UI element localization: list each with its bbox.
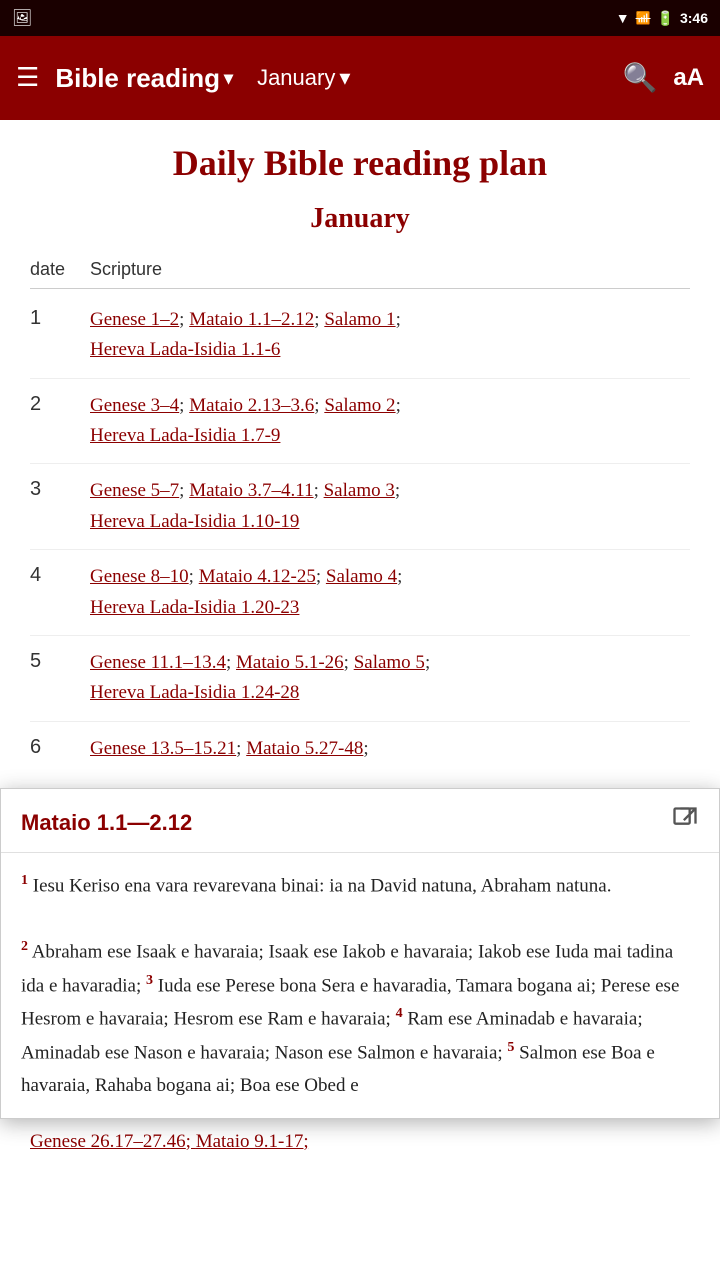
reading-scriptures: Genese 11.1–13.4; Mataio 5.1-26; Salamo … xyxy=(90,648,690,709)
external-link-icon[interactable] xyxy=(671,805,699,840)
popup-body[interactable]: 1 Iesu Keriso ena vara revarevana binai:… xyxy=(1,853,719,1118)
scripture-link[interactable]: Genese 3–4 xyxy=(90,395,179,416)
scripture-link[interactable]: Salamo 2 xyxy=(324,395,395,416)
scripture-column-header: Scripture xyxy=(90,259,690,280)
title-dropdown-arrow: ▾ xyxy=(224,68,233,89)
reading-scriptures: Genese 8–10; Mataio 4.12-25; Salamo 4; H… xyxy=(90,562,690,623)
search-icon[interactable]: 🔍 xyxy=(622,61,657,95)
scripture-link[interactable]: Mataio 1.1–2.12 xyxy=(189,309,314,330)
wifi-icon: ▼ xyxy=(616,10,630,26)
reading-row: 4 Genese 8–10; Mataio 4.12-25; Salamo 4;… xyxy=(30,550,690,636)
popup-header: Mataio 1.1—2.12 xyxy=(1,789,719,853)
verse-number: 1 xyxy=(21,873,28,888)
bible-reading-dropdown[interactable]: Bible reading ▾ xyxy=(55,63,233,94)
month-dropdown-arrow: ▾ xyxy=(339,65,350,91)
reading-day: 6 xyxy=(30,734,90,759)
bottom-partial-row: Genese 26.17–27.46; Mataio 9.1-17; xyxy=(0,1119,720,1165)
scripture-link[interactable]: Genese 5–7 xyxy=(90,480,179,501)
reading-row: 2 Genese 3–4; Mataio 2.13–3.6; Salamo 2;… xyxy=(30,379,690,465)
scripture-link[interactable]: Salamo 5 xyxy=(354,652,425,673)
scripture-link[interactable]: Salamo 4 xyxy=(326,566,397,587)
scripture-link[interactable]: Hereva Lada-Isidia 1.1-6 xyxy=(90,339,280,360)
scripture-link[interactable]: Salamo 1 xyxy=(324,309,395,330)
verse-text: Iesu Keriso ena vara revarevana binai: i… xyxy=(33,875,612,896)
scripture-link[interactable]: Genese 26.17–27.46 xyxy=(30,1131,186,1152)
font-size-button[interactable]: aA xyxy=(673,64,704,92)
menu-icon[interactable]: ☰ xyxy=(16,65,39,91)
scripture-link[interactable]: Hereva Lada-Isidia 1.7-9 xyxy=(90,425,280,446)
scripture-link[interactable]: Mataio 9.1-17 xyxy=(196,1131,304,1152)
verse-number: 5 xyxy=(507,1040,514,1055)
status-bar-left: 🖼 xyxy=(12,8,32,28)
verse-number: 2 xyxy=(21,939,28,954)
status-bar: 🖼 ▼ 📶 🔋 3:46 xyxy=(0,0,720,36)
scripture-link[interactable]: Hereva Lada-Isidia 1.10-19 xyxy=(90,511,299,532)
month-dropdown[interactable]: January ▾ xyxy=(257,65,350,91)
reading-scriptures: Genese 13.5–15.21; Mataio 5.27-48; xyxy=(90,734,690,764)
scripture-link[interactable]: Mataio 4.12-25 xyxy=(199,566,316,587)
reading-scriptures: Genese 3–4; Mataio 2.13–3.6; Salamo 2; H… xyxy=(90,391,690,452)
reading-day: 3 xyxy=(30,476,90,501)
status-bar-right: ▼ 📶 🔋 3:46 xyxy=(616,10,708,27)
main-content: Daily Bible reading plan January date Sc… xyxy=(0,120,720,788)
scripture-link[interactable]: Genese 8–10 xyxy=(90,566,189,587)
reading-day: 4 xyxy=(30,562,90,587)
scripture-link[interactable]: Genese 1–2 xyxy=(90,309,179,330)
scripture-link[interactable]: Hereva Lada-Isidia 1.24-28 xyxy=(90,682,299,703)
reading-row: 1 Genese 1–2; Mataio 1.1–2.12; Salamo 1;… xyxy=(30,293,690,379)
signal-off-icon: 📶 xyxy=(636,11,651,25)
popup-title: Mataio 1.1—2.12 xyxy=(21,810,192,836)
reading-day: 2 xyxy=(30,391,90,416)
page-title: Daily Bible reading plan xyxy=(30,140,690,187)
scripture-link[interactable]: Mataio 5.27-48 xyxy=(246,738,363,759)
app-title-label: Bible reading xyxy=(55,63,220,94)
verse-number: 3 xyxy=(146,973,153,988)
reading-day: 5 xyxy=(30,648,90,673)
scripture-popup: Mataio 1.1—2.12 1 Iesu Keriso ena vara r… xyxy=(0,788,720,1119)
scripture-link[interactable]: Salamo 3 xyxy=(324,480,395,501)
scripture-link[interactable]: Genese 11.1–13.4 xyxy=(90,652,226,673)
scripture-link[interactable]: Genese 13.5–15.21 xyxy=(90,738,236,759)
reading-scriptures: Genese 5–7; Mataio 3.7–4.11; Salamo 3; H… xyxy=(90,476,690,537)
scripture-link[interactable]: Mataio 2.13–3.6 xyxy=(189,395,314,416)
reading-scriptures: Genese 1–2; Mataio 1.1–2.12; Salamo 1; H… xyxy=(90,305,690,366)
date-column-header: date xyxy=(30,259,90,280)
reading-row: 5 Genese 11.1–13.4; Mataio 5.1-26; Salam… xyxy=(30,636,690,722)
scripture-link[interactable]: Mataio 3.7–4.11 xyxy=(189,480,313,501)
month-header: January xyxy=(30,203,690,235)
clock: 3:46 xyxy=(680,10,708,26)
table-header: date Scripture xyxy=(30,255,690,289)
verse-number: 4 xyxy=(396,1006,403,1021)
scripture-link[interactable]: Mataio 5.1-26 xyxy=(236,652,344,673)
image-icon: 🖼 xyxy=(12,8,32,28)
reading-day: 1 xyxy=(30,305,90,330)
scripture-link[interactable]: Hereva Lada-Isidia 1.20-23 xyxy=(90,597,299,618)
reading-row: 3 Genese 5–7; Mataio 3.7–4.11; Salamo 3;… xyxy=(30,464,690,550)
app-bar: ☰ Bible reading ▾ January ▾ 🔍 aA xyxy=(0,36,720,120)
reading-scriptures: Genese 26.17–27.46; Mataio 9.1-17; xyxy=(30,1127,690,1157)
month-label: January xyxy=(257,65,335,91)
reading-row: 6 Genese 13.5–15.21; Mataio 5.27-48; xyxy=(30,722,690,768)
battery-icon: 🔋 xyxy=(657,10,674,27)
